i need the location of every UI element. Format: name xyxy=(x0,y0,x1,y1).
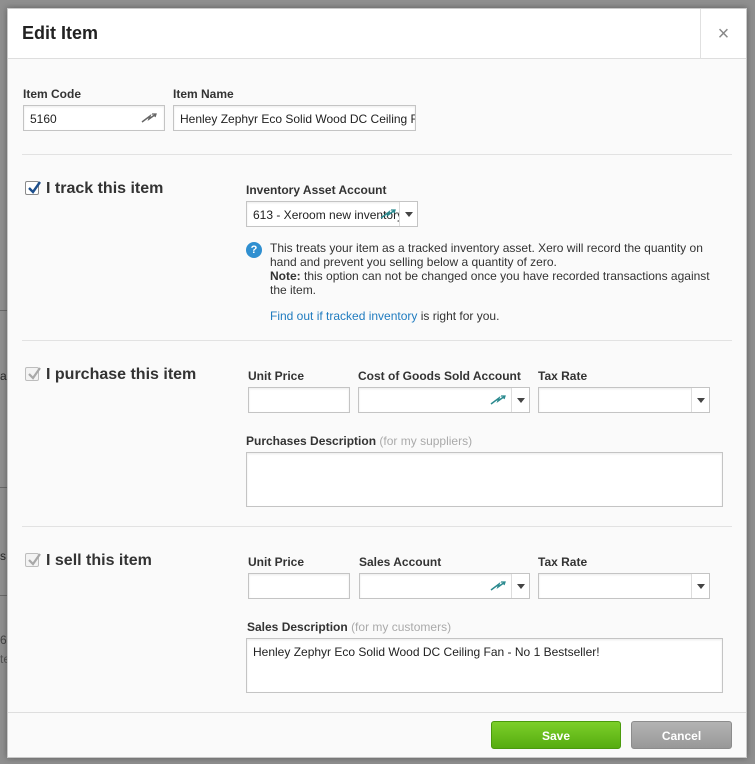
item-name-label: Item Name xyxy=(173,87,234,101)
checkmark-icon xyxy=(28,553,41,566)
dialog-footer: Save Cancel xyxy=(8,712,746,757)
checkmark-icon xyxy=(28,181,41,194)
dialog-title: Edit Item xyxy=(22,23,99,43)
account-lookup-icon xyxy=(380,209,396,219)
note-text: this option can not be changed once you … xyxy=(300,269,710,283)
sales-description-value: Henley Zephyr Eco Solid Wood DC Ceiling … xyxy=(253,645,600,659)
save-button[interactable]: Save xyxy=(491,721,621,749)
sell-item-title: I sell this item xyxy=(46,552,152,569)
chevron-down-icon[interactable] xyxy=(511,388,529,412)
cancel-button[interactable]: Cancel xyxy=(631,721,732,749)
track-item-checkbox[interactable] xyxy=(25,181,41,195)
item-name-input[interactable]: Henley Zephyr Eco Solid Wood DC Ceiling … xyxy=(173,105,416,131)
help-icon: ? xyxy=(246,242,262,258)
sales-description-title: Sales Description xyxy=(247,620,348,634)
purchase-item-title: I purchase this item xyxy=(46,366,197,383)
sales-unit-price-label: Unit Price xyxy=(248,555,305,569)
inventory-asset-select[interactable]: 613 - Xeroom new inventory xyxy=(246,201,418,227)
bg-text-fragment: s xyxy=(0,549,6,563)
help-line: This treats your item as a tracked inven… xyxy=(270,241,703,255)
dialog-header: Edit Item × xyxy=(8,9,746,59)
account-lookup-icon xyxy=(490,395,506,405)
cogs-account-label: Cost of Goods Sold Account xyxy=(358,369,521,383)
bg-text-fragment: a xyxy=(0,369,7,383)
purchases-description-hint: (for my suppliers) xyxy=(379,434,473,448)
link-suffix: is right for you. xyxy=(417,309,500,323)
edit-item-dialog: Edit Item × Item Code 5160 Item Name Hen… xyxy=(7,8,747,758)
section-divider xyxy=(22,526,732,527)
purchase-item-checkbox[interactable] xyxy=(25,367,41,381)
track-item-title: I track this item xyxy=(46,180,164,197)
checkmark-icon xyxy=(28,367,41,380)
sales-description-hint: (for my customers) xyxy=(351,620,452,634)
purchases-description-title: Purchases Description xyxy=(246,434,377,448)
sales-description-label: Sales Description (for my customers) xyxy=(247,620,451,634)
item-name-value: Henley Zephyr Eco Solid Wood DC Ceiling … xyxy=(180,112,416,126)
chevron-down-icon[interactable] xyxy=(691,574,709,598)
purchases-description-label: Purchases Description (for my suppliers) xyxy=(246,434,472,448)
purchase-tax-rate-select[interactable] xyxy=(538,387,710,413)
item-code-input[interactable]: 5160 xyxy=(23,105,165,131)
sell-item-checkbox[interactable] xyxy=(25,553,41,567)
item-code-value: 5160 xyxy=(30,112,57,126)
sales-unit-price-input[interactable] xyxy=(248,573,350,599)
note-label: Note: xyxy=(270,269,301,283)
purchase-tax-rate-label: Tax Rate xyxy=(538,369,588,383)
section-divider xyxy=(22,340,732,341)
inventory-asset-label: Inventory Asset Account xyxy=(246,183,387,197)
tracked-inventory-help: This treats your item as a tracked inven… xyxy=(270,241,720,297)
sales-tax-rate-select[interactable] xyxy=(538,573,710,599)
cogs-account-select[interactable] xyxy=(358,387,530,413)
help-line: the item. xyxy=(270,283,317,297)
sales-account-select[interactable] xyxy=(359,573,530,599)
account-lookup-icon xyxy=(490,581,506,591)
purchase-unit-price-input[interactable] xyxy=(248,387,350,413)
tracked-inventory-link-row: Find out if tracked inventory is right f… xyxy=(270,309,499,323)
close-button[interactable]: × xyxy=(700,9,746,59)
sales-description-textarea[interactable]: Henley Zephyr Eco Solid Wood DC Ceiling … xyxy=(246,638,723,693)
sales-tax-rate-label: Tax Rate xyxy=(538,555,588,569)
tracked-inventory-link[interactable]: Find out if tracked inventory xyxy=(270,309,417,323)
purchase-unit-price-label: Unit Price xyxy=(248,369,305,383)
chevron-down-icon[interactable] xyxy=(691,388,709,412)
chevron-down-icon[interactable] xyxy=(399,202,417,226)
sales-account-label: Sales Account xyxy=(359,555,442,569)
help-note: Note: this option can not be changed onc… xyxy=(270,269,720,283)
purchases-description-textarea[interactable] xyxy=(246,452,723,507)
chevron-down-icon[interactable] xyxy=(511,574,529,598)
bg-text-fragment: 6 xyxy=(0,633,7,647)
account-lookup-icon xyxy=(141,113,157,123)
section-divider xyxy=(22,154,732,155)
item-code-label: Item Code xyxy=(23,87,82,101)
close-icon: × xyxy=(717,22,730,45)
help-line: hand and prevent you selling below a qua… xyxy=(270,255,557,269)
